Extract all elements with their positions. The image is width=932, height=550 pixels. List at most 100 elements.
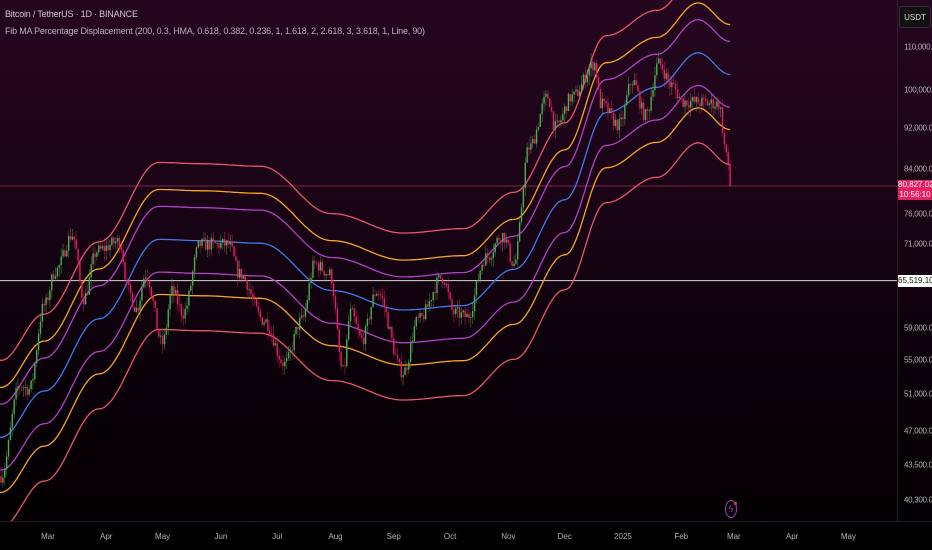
candle xyxy=(240,268,243,279)
candle xyxy=(533,139,536,144)
candle xyxy=(695,97,697,102)
candle xyxy=(325,274,327,276)
candle xyxy=(255,299,258,307)
candle xyxy=(404,367,406,376)
candle xyxy=(723,133,726,145)
candle xyxy=(173,286,175,294)
candle xyxy=(644,109,647,121)
candle xyxy=(567,93,570,112)
candle xyxy=(716,101,718,107)
time-axis-label: 2025 xyxy=(614,532,632,541)
time-axis-label: May xyxy=(840,532,857,541)
candle xyxy=(588,68,590,76)
candle xyxy=(586,75,588,83)
candle xyxy=(462,310,464,313)
candle xyxy=(315,262,318,264)
candle xyxy=(205,238,207,250)
time-axis-label: Dec xyxy=(557,532,572,541)
candle xyxy=(285,358,288,362)
candle xyxy=(62,250,64,257)
candle xyxy=(689,101,692,108)
candle xyxy=(259,311,262,318)
candle xyxy=(20,386,23,388)
candle xyxy=(237,260,239,278)
candle xyxy=(150,287,153,296)
candle xyxy=(693,97,696,102)
candle xyxy=(378,293,380,295)
candle xyxy=(573,91,575,95)
candle xyxy=(193,257,196,272)
candle xyxy=(560,120,562,123)
candle xyxy=(629,84,632,85)
candle xyxy=(618,119,620,131)
candle xyxy=(17,386,19,388)
candle xyxy=(195,247,198,258)
candle xyxy=(428,300,431,307)
candle xyxy=(520,207,523,223)
candle xyxy=(575,89,577,92)
candle xyxy=(419,313,421,318)
candle xyxy=(163,334,166,345)
candle xyxy=(447,284,449,293)
candle xyxy=(652,90,654,97)
candle xyxy=(584,74,587,83)
candle xyxy=(594,63,596,71)
price-chart-canvas[interactable] xyxy=(0,0,897,521)
candle xyxy=(379,294,382,296)
price-axis-label: 51,000.00 xyxy=(904,389,932,399)
price-axis-label: 43,500.00 xyxy=(904,460,932,470)
candle xyxy=(701,97,703,107)
candle xyxy=(434,292,436,294)
candle xyxy=(133,306,136,312)
candle xyxy=(129,285,132,293)
candle xyxy=(222,238,224,243)
symbol-legend[interactable]: Bitcoin / TetherUS · 1D · BINANCE xyxy=(5,9,138,19)
candle xyxy=(135,307,138,312)
candle xyxy=(24,386,27,388)
candle xyxy=(146,277,149,281)
candle xyxy=(113,237,115,244)
candle xyxy=(680,97,682,99)
candle xyxy=(637,85,639,92)
candle xyxy=(220,242,222,248)
candle xyxy=(79,261,81,282)
candle xyxy=(697,97,699,104)
candle xyxy=(43,303,45,306)
candle xyxy=(128,280,130,286)
candle xyxy=(347,321,350,340)
candle xyxy=(88,277,91,295)
candle xyxy=(158,328,160,337)
candle xyxy=(218,242,220,248)
candle xyxy=(263,322,265,325)
candle xyxy=(355,316,357,324)
candle xyxy=(682,98,684,107)
candle xyxy=(500,240,502,243)
candle xyxy=(537,126,540,130)
flash-event-icon[interactable]: ϟ xyxy=(725,500,737,518)
candle xyxy=(725,144,728,152)
candle xyxy=(485,253,487,266)
candle xyxy=(699,103,701,107)
indicator-legend[interactable]: Fib MA Percentage Displacement (200, 0.3… xyxy=(5,26,425,36)
candle xyxy=(554,121,557,130)
candle xyxy=(577,89,579,96)
candle xyxy=(175,290,177,294)
candle xyxy=(323,271,325,276)
candle xyxy=(494,243,496,253)
candle xyxy=(2,477,4,483)
candle xyxy=(547,93,549,99)
candle xyxy=(284,361,286,367)
candle xyxy=(28,389,30,395)
candle xyxy=(374,294,376,296)
candle xyxy=(706,100,709,106)
candle xyxy=(227,240,230,245)
candle xyxy=(5,456,8,470)
candle xyxy=(295,326,297,335)
candle xyxy=(280,359,282,363)
trading-chart: Bitcoin / TetherUS · 1D · BINANCE Fib MA… xyxy=(0,0,932,550)
candle xyxy=(718,101,720,109)
candle xyxy=(607,103,609,113)
price-axis[interactable] xyxy=(897,0,932,521)
currency-button[interactable]: USDT xyxy=(899,6,931,28)
reference-price-tag: 65,519.10 xyxy=(898,274,932,287)
